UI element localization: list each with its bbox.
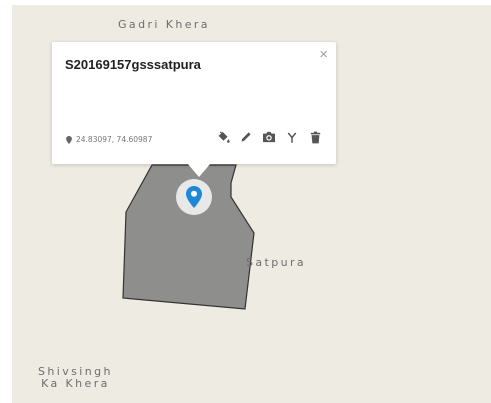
style-button[interactable] (216, 130, 230, 144)
feature-popup: S20169157gsssatpura × 24.83097, 74.60987 (52, 42, 336, 177)
popup-title: S20169157gsssatpura (65, 57, 201, 72)
fork-icon (287, 132, 297, 143)
place-label-line: Ka Khera (41, 377, 110, 390)
paint-bucket-icon (218, 130, 230, 143)
edit-button[interactable] (239, 130, 253, 144)
map-marker[interactable] (176, 179, 212, 215)
coordinates-text: 24.83097, 74.60987 (76, 135, 153, 144)
map-view[interactable]: Gadri Khera Satpura Shivsingh Ka Khera S… (12, 5, 491, 403)
delete-button[interactable] (308, 130, 322, 144)
location-pin-icon (66, 135, 72, 144)
popup-pointer (187, 163, 211, 177)
split-button[interactable] (285, 130, 299, 144)
place-label-shivsingh-ka-khera: Shivsingh Ka Khera (38, 366, 113, 390)
popup-action-bar (216, 130, 322, 144)
map-pin-icon (186, 186, 202, 208)
photo-button[interactable] (262, 130, 276, 144)
popup-coordinates: 24.83097, 74.60987 (66, 135, 152, 144)
trash-icon (310, 131, 320, 143)
camera-icon (263, 131, 275, 143)
place-label-satpura: Satpura (246, 256, 307, 269)
close-icon[interactable]: × (319, 46, 328, 63)
pencil-icon (241, 132, 251, 142)
